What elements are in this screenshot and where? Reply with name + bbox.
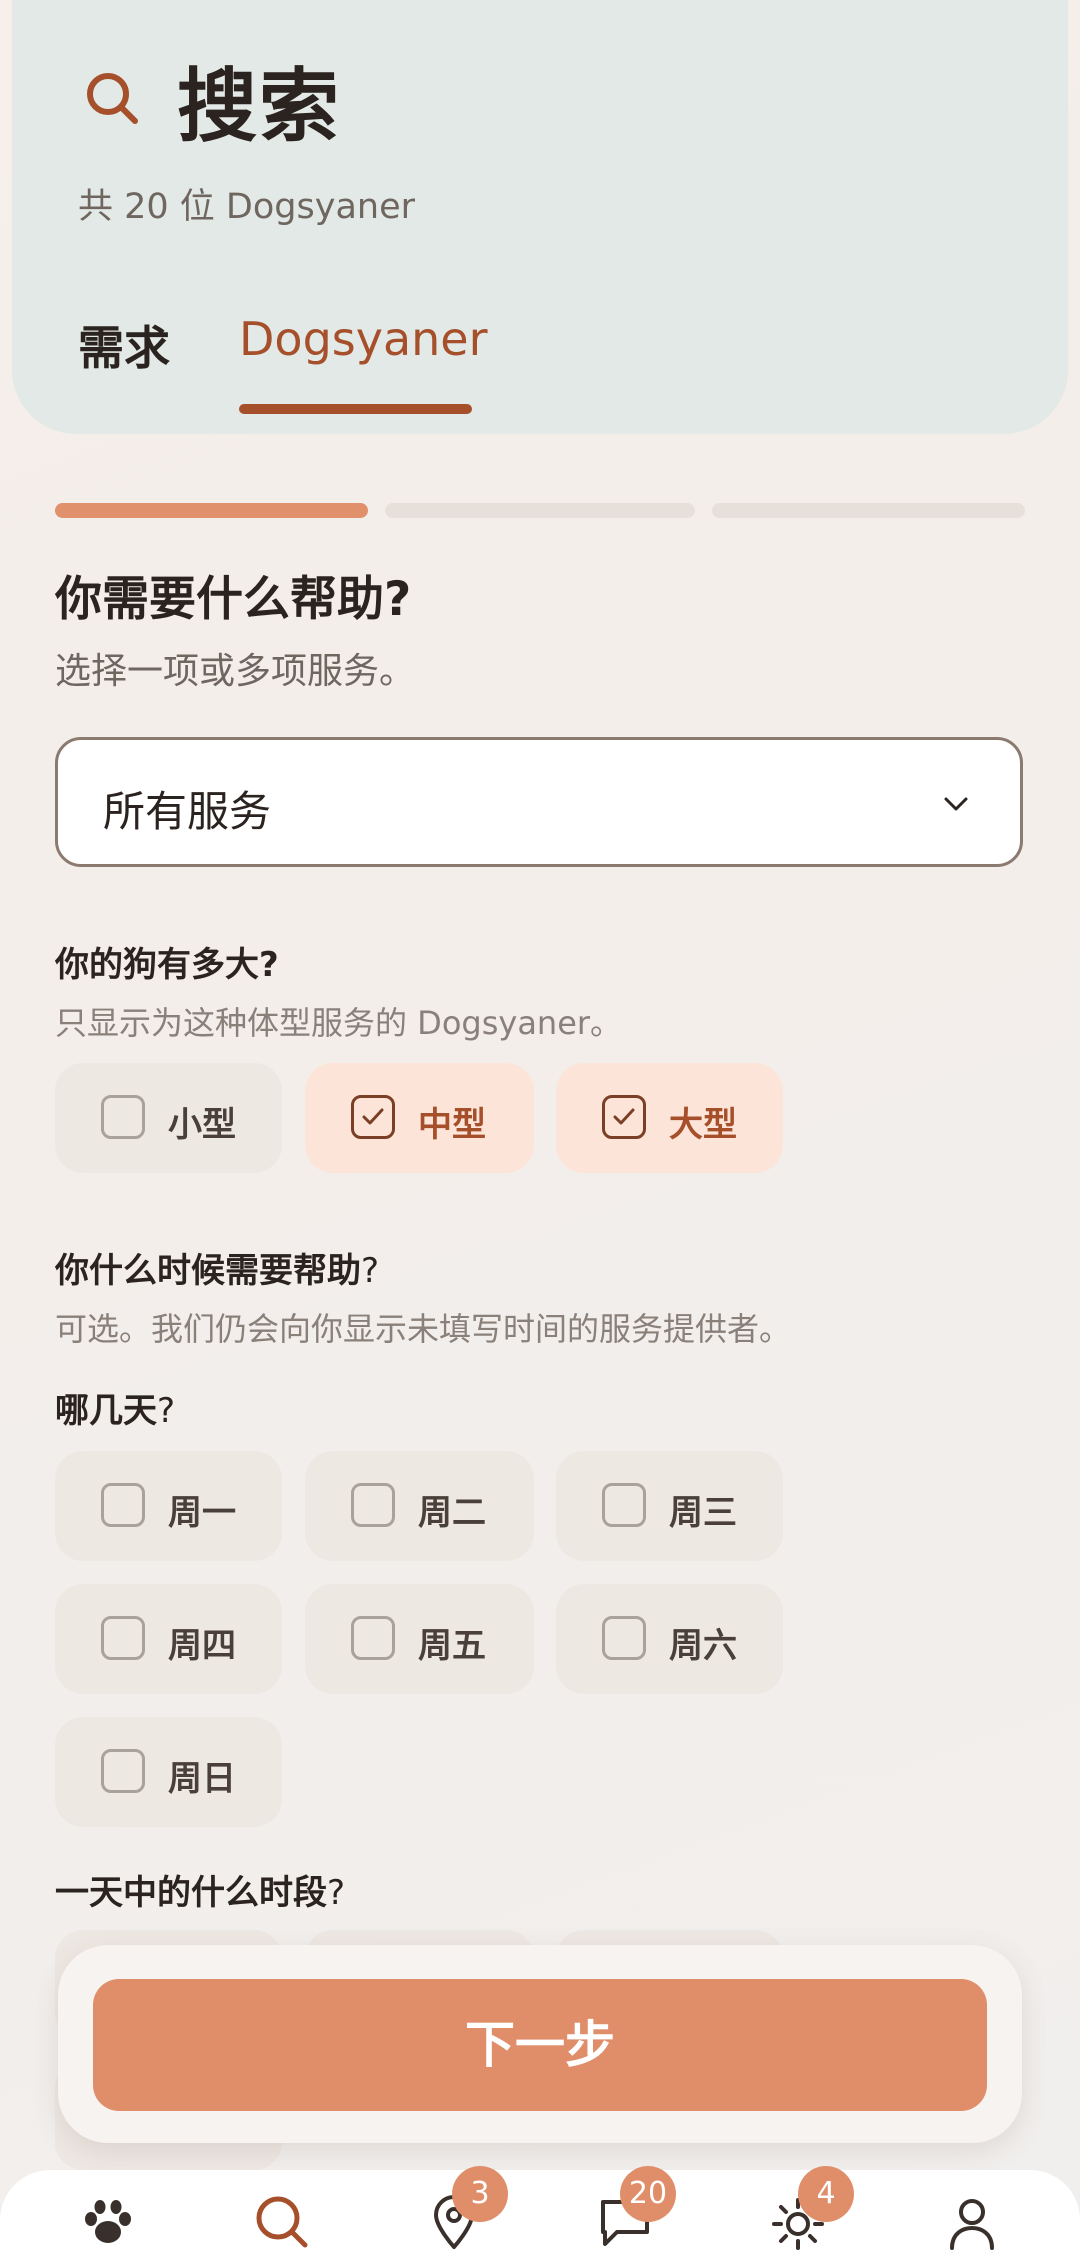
checkbox[interactable] (602, 1095, 646, 1139)
day-chip-sat[interactable]: 周六 (556, 1584, 783, 1694)
checkmark-icon (362, 1108, 384, 1125)
chip-label: 周五 (418, 1626, 486, 1666)
day-chip-mon[interactable]: 周一 (55, 1451, 282, 1561)
search-header: 搜索 共 20 位 Dogsyaner 需求 Dogsyaner (12, 0, 1068, 434)
tab-dogsyaner[interactable]: Dogsyaner (239, 312, 488, 366)
chip-label: 周日 (168, 1759, 236, 1799)
chip-label: 大型 (669, 1105, 737, 1145)
day-chip-sun[interactable]: 周日 (55, 1717, 282, 1827)
chip-label: 中型 (418, 1105, 486, 1145)
messages-badge: 20 (620, 2166, 676, 2222)
page-title: 搜索 (177, 60, 341, 153)
bottom-nav: 3 20 4 (0, 2166, 1080, 2268)
size-question: 你的狗有多大? (55, 945, 279, 985)
time-question: 你什么时候需要帮助? (55, 1251, 380, 1291)
service-question: 你需要什么帮助? (55, 572, 412, 627)
checkbox[interactable] (351, 1483, 395, 1527)
chip-label: 周三 (669, 1493, 737, 1533)
checkbox[interactable] (101, 1483, 145, 1527)
day-chip-fri[interactable]: 周五 (305, 1584, 534, 1694)
chip-label: 周四 (168, 1626, 236, 1666)
size-hint: 只显示为这种体型服务的 Dogsyaner。 (55, 1004, 623, 1042)
size-chip-large[interactable]: 大型 (556, 1063, 783, 1173)
service-select[interactable]: 所有服务 (55, 737, 1023, 867)
progress-step-1 (55, 503, 368, 518)
results-count: 共 20 位 Dogsyaner (78, 187, 415, 227)
chip-label: 周二 (418, 1493, 486, 1533)
activity-badge: 4 (798, 2166, 854, 2222)
search-icon[interactable] (252, 2192, 312, 2252)
chip-label: 小型 (168, 1105, 236, 1145)
day-chip-tue[interactable]: 周二 (305, 1451, 534, 1561)
size-chip-small[interactable]: 小型 (55, 1063, 282, 1173)
checkbox[interactable] (101, 1616, 145, 1660)
service-hint: 选择一项或多项服务。 (55, 651, 416, 692)
next-button-container: 下一步 (58, 1945, 1022, 2143)
days-label: 哪几天? (55, 1391, 176, 1431)
checkbox[interactable] (101, 1095, 145, 1139)
search-icon (87, 73, 138, 124)
checkbox[interactable] (101, 1749, 145, 1793)
chip-label: 周一 (168, 1493, 236, 1533)
size-chip-medium[interactable]: 中型 (305, 1063, 534, 1173)
day-chip-thu[interactable]: 周四 (55, 1584, 282, 1694)
next-button[interactable]: 下一步 (93, 1979, 987, 2111)
period-label: 一天中的什么时段? (55, 1873, 346, 1913)
active-tab-indicator (239, 404, 472, 414)
checkbox[interactable] (602, 1616, 646, 1660)
day-chip-wed[interactable]: 周三 (556, 1451, 783, 1561)
chevron-down-icon (944, 797, 968, 811)
checkbox[interactable] (351, 1616, 395, 1660)
checkmark-icon (613, 1108, 635, 1125)
checkbox[interactable] (351, 1095, 395, 1139)
progress-step-3 (712, 503, 1025, 518)
chip-label: 周六 (669, 1626, 737, 1666)
location-badge: 3 (452, 2166, 508, 2222)
user-icon[interactable] (942, 2192, 1002, 2252)
progress-step-2 (385, 503, 695, 518)
paw-icon[interactable] (78, 2192, 138, 2252)
tab-requests[interactable]: 需求 (78, 312, 170, 378)
service-select-value: 所有服务 (103, 787, 272, 836)
time-hint: 可选。我们仍会向你显示未填写时间的服务提供者。 (55, 1310, 792, 1348)
checkbox[interactable] (602, 1483, 646, 1527)
